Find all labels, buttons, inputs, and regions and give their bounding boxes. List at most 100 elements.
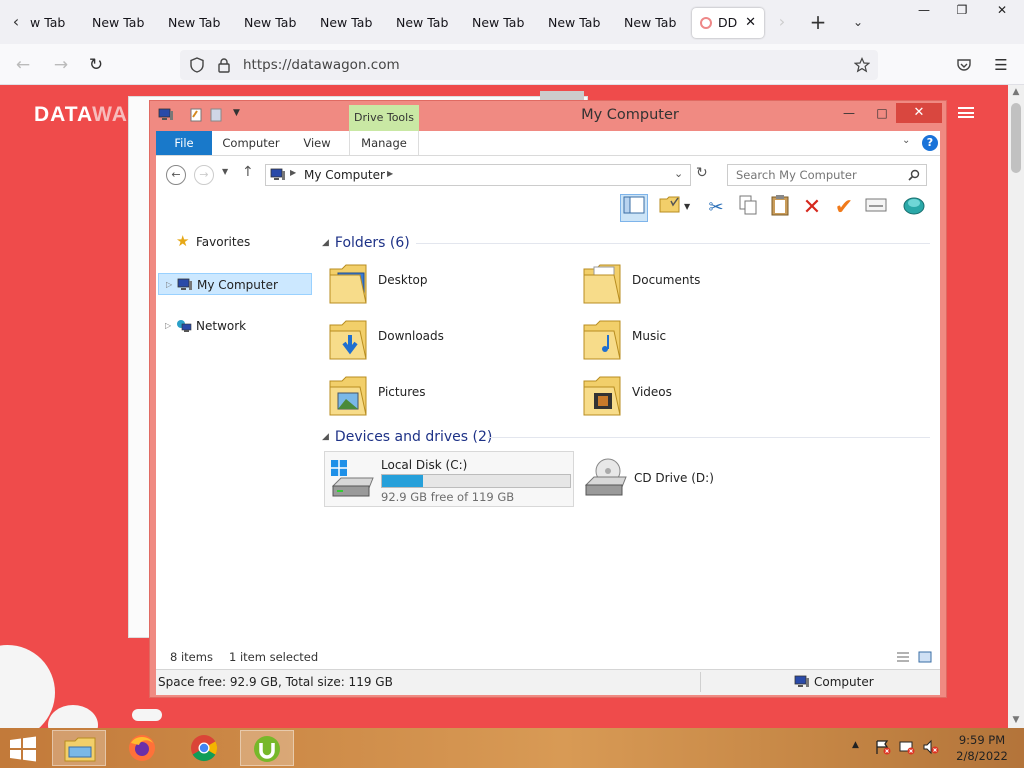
folder-desktop[interactable]: Desktop — [316, 257, 566, 309]
tab-view[interactable]: View — [294, 131, 340, 155]
browser-tab[interactable]: New Tab — [386, 8, 460, 38]
expand-ribbon-icon[interactable]: ⌄ — [902, 135, 910, 146]
preview-pane-icon[interactable] — [620, 194, 648, 222]
site-logo[interactable]: DATAWA — [34, 103, 128, 127]
delete-icon[interactable]: ✕ — [798, 194, 826, 222]
bookmark-star-icon[interactable] — [854, 57, 870, 73]
tab-manage[interactable]: Manage — [349, 131, 419, 155]
tab-file[interactable]: File — [156, 131, 212, 155]
browser-tab-active[interactable]: DD ✕ — [692, 8, 764, 38]
folder-options-icon[interactable] — [656, 194, 684, 222]
scroll-thumb[interactable] — [1011, 103, 1021, 173]
taskbar-utorrent[interactable] — [240, 730, 294, 766]
show-hidden-icons[interactable]: ▲ — [852, 740, 859, 750]
page-scrollbar[interactable]: ▲ ▼ — [1008, 85, 1024, 728]
help-icon[interactable]: ? — [922, 135, 938, 151]
tab-scroll-right-icon[interactable]: › — [770, 10, 794, 34]
tab-close-icon[interactable]: ✕ — [745, 8, 756, 38]
forward-button[interactable]: → — [48, 52, 74, 78]
action-center-flag-icon[interactable] — [874, 739, 892, 755]
folder-videos[interactable]: Videos — [570, 369, 820, 421]
up-arrow-icon[interactable]: ↑ — [242, 164, 254, 180]
site-favicon-icon — [700, 17, 712, 29]
sidebar-item-my-computer[interactable]: ▷ My Computer — [158, 273, 312, 295]
browser-tab[interactable]: New Tab — [158, 8, 232, 38]
drive-d[interactable]: CD Drive (D:) — [578, 451, 738, 507]
details-view-icon[interactable] — [896, 651, 910, 663]
system-clock[interactable]: 9:59 PM 2/8/2022 — [952, 732, 1012, 764]
back-button[interactable]: ← — [10, 52, 36, 78]
folders-group-header[interactable]: ◢ Folders (6) — [322, 233, 410, 253]
scroll-down-icon[interactable]: ▼ — [1008, 713, 1024, 727]
collapse-triangle-icon[interactable]: ◢ — [322, 238, 329, 248]
search-input[interactable] — [728, 165, 904, 185]
sidebar-item-network[interactable]: ▷ Network — [158, 315, 312, 337]
restore-button[interactable]: ❐ — [944, 0, 980, 20]
chrome-icon — [191, 735, 218, 762]
windows-start-icon[interactable] — [8, 736, 38, 762]
folder-options-dropdown-icon[interactable]: ▼ — [684, 202, 690, 211]
folder-pictures[interactable]: Pictures — [316, 369, 566, 421]
taskbar-file-explorer[interactable] — [52, 730, 106, 766]
tab-computer[interactable]: Computer — [216, 131, 286, 155]
clock-time: 9:59 PM — [958, 733, 1006, 747]
breadcrumb-separator-icon[interactable]: ▶ — [290, 168, 296, 177]
browser-tab[interactable]: New Tab — [462, 8, 536, 38]
address-dropdown-icon[interactable]: ⌄ — [674, 167, 683, 180]
taskbar-firefox[interactable] — [116, 730, 170, 766]
address-text: My Computer — [304, 168, 385, 182]
network-status-icon[interactable] — [898, 739, 916, 755]
shield-icon[interactable] — [189, 57, 205, 73]
paste-icon[interactable] — [766, 194, 794, 222]
qat-dropdown-icon[interactable]: ▼ — [233, 108, 240, 118]
rename-checkmark-icon[interactable]: ✔ — [830, 194, 858, 222]
scroll-up-icon[interactable]: ▲ — [1008, 85, 1024, 99]
explorer-minimize-button[interactable]: — — [835, 103, 863, 123]
new-folder-icon[interactable] — [208, 108, 224, 122]
minimize-button[interactable]: — — [906, 0, 942, 20]
browser-tab[interactable]: New Tab — [234, 8, 308, 38]
list-all-tabs-icon[interactable]: ⌄ — [846, 10, 870, 34]
folder-music[interactable]: Music — [570, 313, 820, 365]
expand-arrow-icon[interactable]: ▷ — [166, 274, 172, 296]
lock-icon[interactable] — [216, 57, 232, 73]
recent-locations-icon[interactable]: ▼ — [222, 167, 228, 176]
expand-arrow-icon[interactable]: ▷ — [165, 315, 171, 337]
volume-muted-icon[interactable] — [922, 739, 940, 755]
large-icons-view-icon[interactable] — [918, 651, 932, 663]
drives-group-header[interactable]: ◢ Devices and drives (2) — [322, 427, 492, 447]
search-icon[interactable] — [908, 169, 920, 181]
folder-documents[interactable]: Documents — [570, 257, 820, 309]
folder-downloads[interactable]: Downloads — [316, 313, 566, 365]
search-box[interactable] — [727, 164, 927, 186]
properties-icon[interactable] — [188, 108, 204, 122]
globe-icon[interactable] — [900, 194, 928, 222]
browser-tab[interactable]: New Tab — [614, 8, 688, 38]
explorer-maximize-button[interactable]: □ — [868, 103, 896, 123]
utorrent-icon — [254, 736, 280, 762]
new-tab-button[interactable]: + — [806, 10, 830, 34]
close-window-button[interactable]: ✕ — [984, 0, 1020, 20]
sidebar-item-favorites[interactable]: ★ Favorites — [158, 231, 312, 253]
reload-button[interactable]: ↻ — [83, 52, 109, 78]
browser-tab[interactable]: New Tab — [310, 8, 384, 38]
forward-arrow-icon[interactable]: → — [194, 165, 214, 185]
explorer-close-button[interactable]: ✕ — [896, 103, 942, 123]
site-menu-icon[interactable] — [958, 107, 974, 118]
pocket-icon[interactable] — [956, 57, 972, 73]
collapse-triangle-icon[interactable]: ◢ — [322, 432, 329, 442]
drive-c[interactable]: Local Disk (C:) 92.9 GB free of 119 GB — [324, 451, 574, 507]
logo-text: DATA — [34, 103, 93, 126]
breadcrumb-chevron-icon[interactable]: ▶ — [387, 169, 393, 178]
taskbar-chrome[interactable] — [178, 730, 232, 766]
app-menu-icon[interactable]: ☰ — [988, 52, 1014, 78]
browser-tab[interactable]: New Tab — [82, 8, 156, 38]
back-arrow-icon[interactable]: ← — [166, 165, 186, 185]
url-bar[interactable]: https://datawagon.com — [180, 50, 878, 80]
refresh-icon[interactable]: ↻ — [696, 165, 708, 181]
browser-tab[interactable]: New Tab — [538, 8, 612, 38]
cut-icon[interactable]: ✂ — [702, 194, 730, 222]
copy-icon[interactable] — [734, 194, 762, 222]
address-bar[interactable]: ▶ My Computer ▶ ⌄ — [265, 164, 691, 186]
properties-dialog-icon[interactable] — [862, 194, 890, 222]
